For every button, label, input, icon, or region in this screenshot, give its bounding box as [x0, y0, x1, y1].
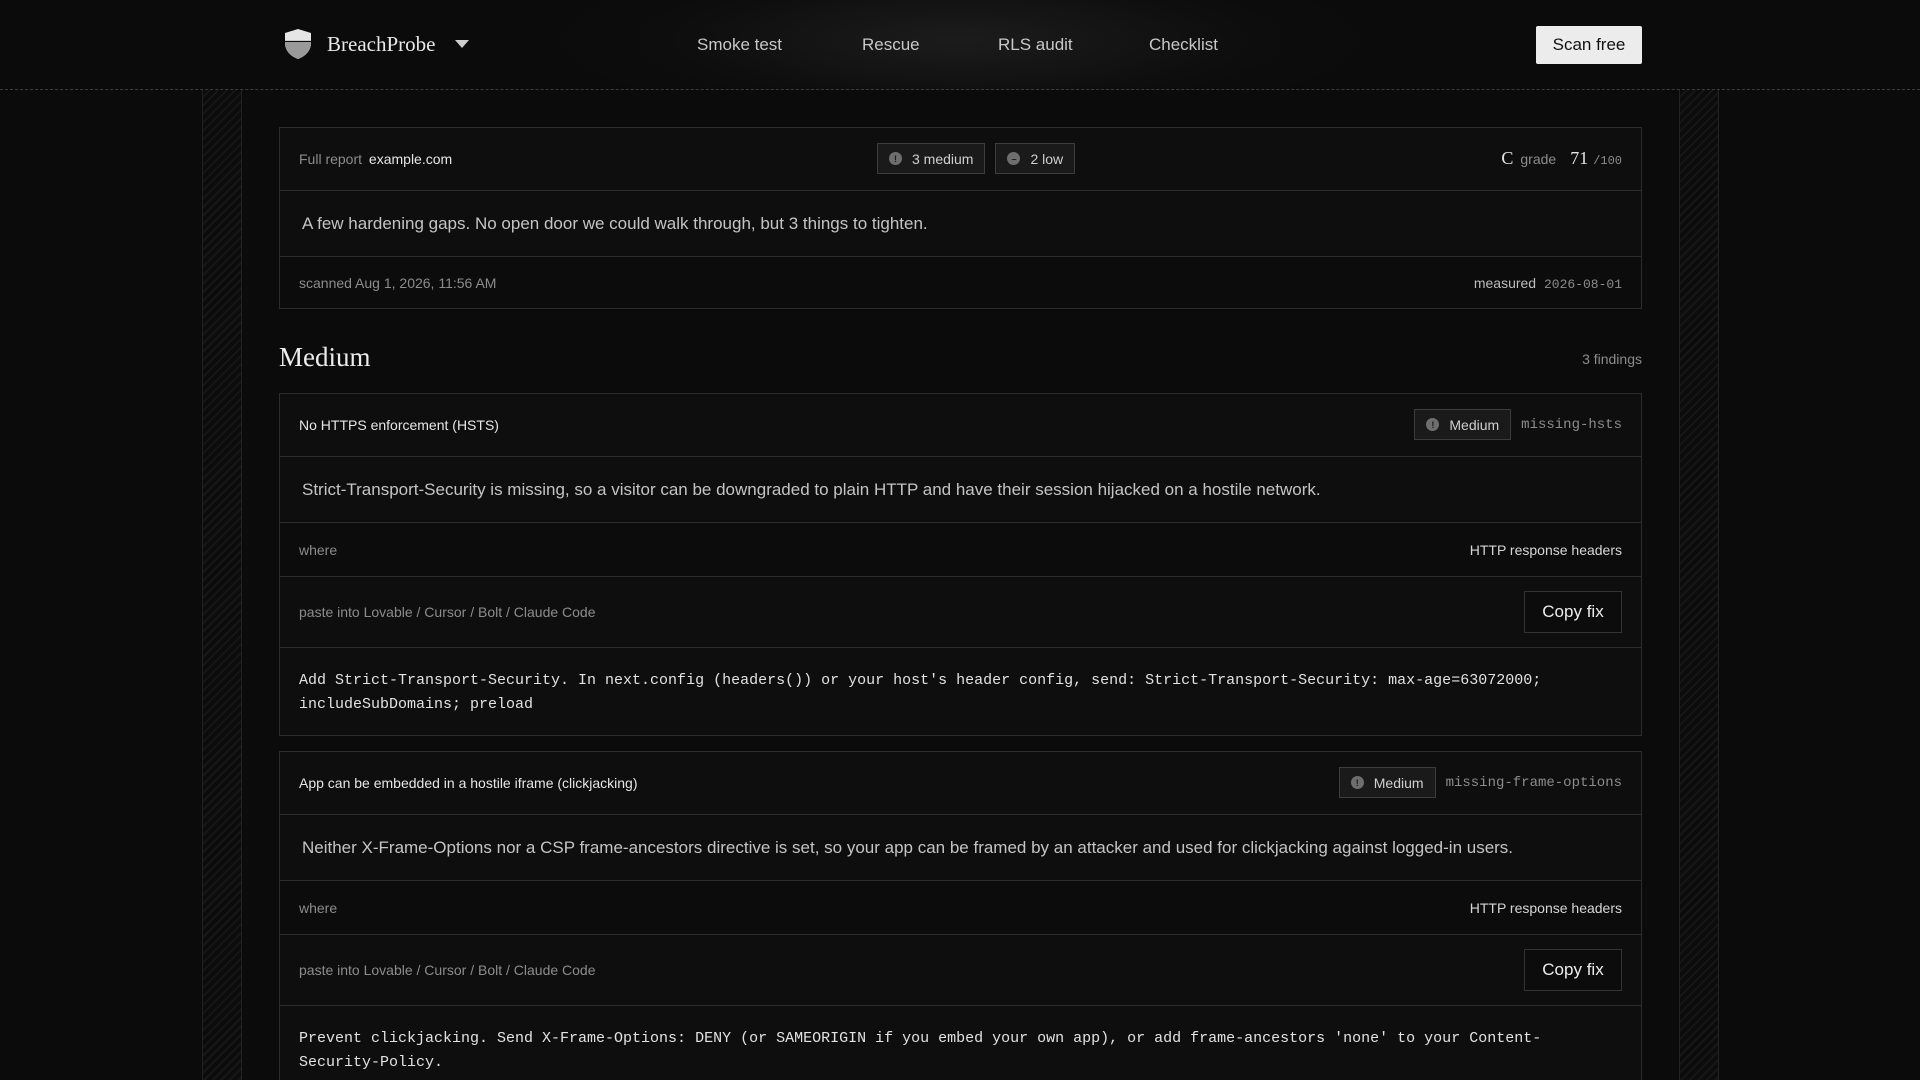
severity-badge: ! Medium — [1338, 767, 1436, 798]
info-icon: ! — [889, 152, 902, 165]
measured-date: 2026-08-01 — [1543, 277, 1622, 292]
paste-label: paste into Lovable / Cursor / Bolt / Cla… — [299, 604, 596, 620]
finding-id: missing-hsts — [1521, 416, 1622, 433]
info-icon: ! — [1426, 418, 1440, 431]
finding-card: No HTTPS enforcement (HSTS) ! Medium mis… — [279, 393, 1642, 736]
grade-label: grade — [1520, 151, 1557, 167]
scan-free-button[interactable]: Scan free — [1536, 26, 1642, 64]
finding-card: App can be embedded in a hostile iframe … — [279, 751, 1642, 1080]
where-value: HTTP response headers — [1469, 900, 1622, 916]
finding-title: No HTTPS enforcement (HSTS) — [299, 417, 499, 433]
finding-header-row: No HTTPS enforcement (HSTS) ! Medium mis… — [280, 394, 1641, 456]
report-summary-row: A few hardening gaps. No open door we co… — [280, 190, 1641, 256]
fix-code[interactable]: Prevent clickjacking. Send X-Frame-Optio… — [299, 1027, 1599, 1075]
finding-where-row: where HTTP response headers — [280, 880, 1641, 934]
severity-badges: ! 3 medium – 2 low — [877, 143, 1076, 174]
finding-id: missing-frame-options — [1445, 774, 1622, 791]
shield-icon — [285, 29, 311, 59]
brand-logo[interactable]: BreachProbe — [283, 28, 470, 60]
report-content: Full report example.com ! 3 medium – 2 l… — [279, 127, 1642, 1080]
paste-label: paste into Lovable / Cursor / Bolt / Cla… — [299, 962, 596, 978]
nav-smoke-test[interactable]: Smoke test — [697, 35, 782, 55]
measured-label: measured — [1473, 275, 1537, 291]
finding-paste-row: paste into Lovable / Cursor / Bolt / Cla… — [280, 576, 1641, 647]
finding-title: App can be embedded in a hostile iframe … — [299, 775, 638, 791]
finding-where-row: where HTTP response headers — [280, 522, 1641, 576]
score-value: 71 — [1570, 148, 1589, 168]
finding-description-row: Neither X-Frame-Options nor a CSP frame-… — [280, 814, 1641, 880]
report-summary: A few hardening gaps. No open door we co… — [302, 214, 928, 233]
severity-badge: ! Medium — [1414, 409, 1512, 440]
report-label: Full report — [299, 151, 363, 167]
report-header-row: Full report example.com ! 3 medium – 2 l… — [280, 128, 1641, 190]
findings-count: 3 findings — [1582, 351, 1642, 367]
report-domain[interactable]: example.com — [369, 151, 452, 167]
score-max: /100 — [1593, 154, 1622, 168]
brand-name: BreachProbe — [327, 31, 436, 56]
copy-fix-button[interactable]: Copy fix — [1524, 949, 1622, 991]
nav-checklist[interactable]: Checklist — [1149, 35, 1218, 55]
finding-fix-row: Prevent clickjacking. Send X-Frame-Optio… — [280, 1005, 1641, 1080]
grade-block: C grade 71 /100 — [1501, 148, 1622, 169]
where-value: HTTP response headers — [1469, 542, 1622, 558]
finding-paste-row: paste into Lovable / Cursor / Bolt / Cla… — [280, 934, 1641, 1005]
grade-letter: C — [1501, 148, 1514, 168]
medium-count-badge: ! 3 medium — [877, 143, 986, 174]
low-count-badge: – 2 low — [995, 143, 1076, 174]
measured-date-block: measured 2026-08-01 — [1474, 275, 1622, 292]
site-header: BreachProbe Smoke test Rescue RLS audit … — [0, 0, 1920, 90]
finding-fix-row: Add Strict-Transport-Security. In next.c… — [280, 647, 1641, 735]
fix-code[interactable]: Add Strict-Transport-Security. In next.c… — [299, 669, 1599, 717]
minus-icon: – — [1007, 152, 1021, 165]
finding-description-row: Strict-Transport-Security is missing, so… — [280, 456, 1641, 522]
section-title: Medium — [279, 342, 371, 372]
chevron-down-icon[interactable] — [455, 40, 470, 48]
report-summary-card: Full report example.com ! 3 medium – 2 l… — [279, 127, 1642, 309]
scanned-timestamp: scanned Aug 1, 2026, 11:56 AM — [299, 275, 497, 291]
finding-description: Strict-Transport-Security is missing, so… — [302, 480, 1321, 499]
medium-section-heading: Medium 3 findings — [279, 309, 1642, 393]
left-rail — [202, 90, 242, 1080]
finding-description: Neither X-Frame-Options nor a CSP frame-… — [302, 838, 1514, 857]
finding-header-row: App can be embedded in a hostile iframe … — [280, 752, 1641, 814]
info-icon: ! — [1350, 776, 1364, 789]
where-label: where — [299, 542, 338, 558]
report-meta-row: scanned Aug 1, 2026, 11:56 AM measured 2… — [280, 256, 1641, 308]
nav-rls-audit[interactable]: RLS audit — [998, 35, 1073, 55]
copy-fix-button[interactable]: Copy fix — [1524, 591, 1622, 633]
nav-rescue[interactable]: Rescue — [862, 35, 920, 55]
right-rail — [1679, 90, 1719, 1080]
where-label: where — [299, 900, 338, 916]
